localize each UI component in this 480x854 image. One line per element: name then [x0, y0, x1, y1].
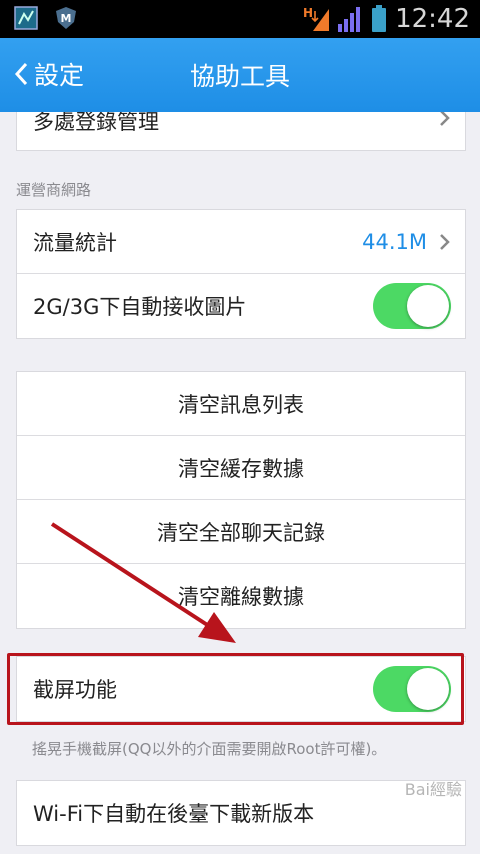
- auto-receive-images-row: 2G/3G下自動接收圖片: [17, 274, 465, 338]
- clear-message-list-button[interactable]: 清空訊息列表: [17, 372, 465, 436]
- account-group: 多處登錄管理: [16, 112, 466, 151]
- row-label: Wi-Fi下自動在後臺下載新版本: [33, 802, 315, 826]
- page-title: 協助工具: [189, 62, 290, 91]
- traffic-stats-row[interactable]: 流量統計 44.1M: [17, 210, 465, 274]
- row-label: 清空全部聊天記錄: [157, 520, 325, 545]
- battery-icon: [372, 5, 387, 32]
- wifi-auto-download-row[interactable]: Wi-Fi下自動在後臺下載新版本: [17, 781, 465, 845]
- chevron-right-icon: [440, 112, 450, 126]
- row-label: 流量統計: [33, 230, 117, 255]
- row-label: 清空離線數據: [178, 585, 304, 609]
- traffic-value: 44.1M: [362, 229, 427, 254]
- chevron-right-icon: [440, 233, 450, 250]
- auto-receive-images-toggle[interactable]: [373, 283, 451, 329]
- svg-text:M: M: [61, 12, 72, 25]
- row-label: 清空緩存數據: [178, 456, 304, 481]
- multi-login-management-row[interactable]: 多處登錄管理: [17, 112, 465, 150]
- row-label: 多處登錄管理: [33, 112, 159, 134]
- network-type-label: H: [303, 6, 313, 20]
- status-bar: M H 12:42: [0, 0, 480, 38]
- nav-bar: 設定 協助工具: [0, 38, 480, 112]
- section-header-carrier: 運營商網路: [16, 181, 92, 199]
- baidu-watermark: Bai經驗: [404, 780, 462, 799]
- settings-list[interactable]: 多處登錄管理 運營商網路 流量統計 44.1M 2G/3G下自動接收圖片 清空訊…: [0, 112, 480, 854]
- update-group: Wi-Fi下自動在後臺下載新版本: [16, 780, 466, 846]
- clock: 12:42: [395, 4, 470, 34]
- mobile-data-icon: H: [303, 6, 330, 31]
- clear-chat-history-button[interactable]: 清空全部聊天記錄: [17, 500, 465, 564]
- clear-cache-button[interactable]: 清空緩存數據: [17, 436, 465, 500]
- signal-strength-icon: [338, 7, 361, 32]
- clear-offline-data-button[interactable]: 清空離線數據: [17, 564, 465, 628]
- clear-data-group: 清空訊息列表 清空緩存數據 清空全部聊天記錄 清空離線數據: [16, 371, 466, 629]
- row-label: 2G/3G下自動接收圖片: [33, 295, 247, 319]
- row-label: 清空訊息列表: [178, 392, 304, 417]
- annotation-highlight-box: [7, 653, 464, 725]
- screenshot-footnote: 搖晃手機截屏(QQ以外的介面需要開啟Root許可權)。: [32, 740, 387, 758]
- carrier-group: 流量統計 44.1M 2G/3G下自動接收圖片: [16, 209, 466, 339]
- app-notification-icon: [14, 6, 38, 30]
- toggle-knob: [407, 285, 449, 327]
- security-shield-icon: M: [56, 7, 76, 29]
